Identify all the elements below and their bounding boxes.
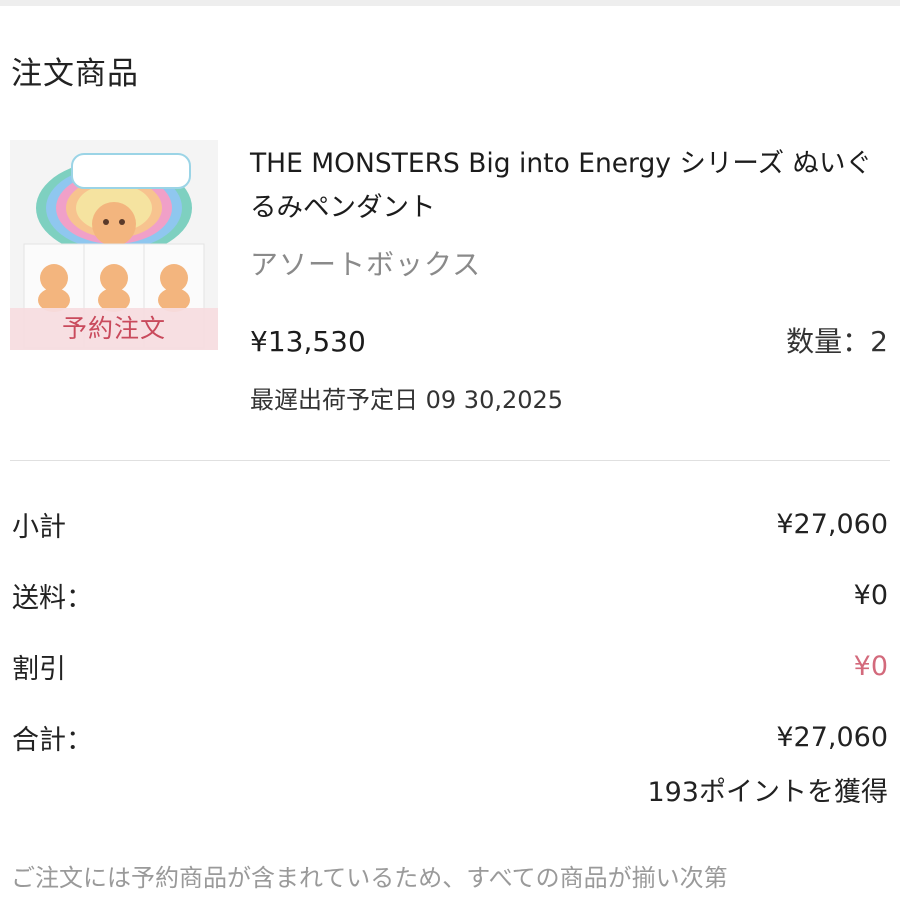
total-label: 合計： [12,724,93,756]
preorder-notice: ご注文には予約商品が含まれているため、すべての商品が揃い次第 [11,864,728,892]
product-variant: アソートボックス [250,248,482,281]
preorder-badge: 予約注文 [10,308,218,350]
subtotal-value: ¥27,060 [776,508,888,540]
divider [10,460,890,461]
ship-date: 最遅出荷予定日 09 30,2025 [250,386,564,414]
points-earned: 193ポイントを獲得 [647,777,888,808]
shipping-value: ¥0 [853,579,888,611]
top-strip [0,0,900,6]
discount-value: ¥0 [853,650,888,682]
summary-row-shipping: 送料： ¥0 [12,573,888,617]
total-value: ¥27,060 [776,721,888,753]
shipping-label: 送料： [12,582,93,614]
discount-label: 割引 [12,653,66,685]
product-quantity: 数量：2 [786,325,888,358]
product-name[interactable]: THE MONSTERS Big into Energy シリーズ ぬいぐるみペ… [250,142,890,230]
summary-row-discount: 割引 ¥0 [12,644,888,688]
summary-row-total: 合計： ¥27,060 [12,715,888,759]
section-title: 注文商品 [11,56,139,92]
product-price: ¥13,530 [250,325,366,358]
summary-row-subtotal: 小計 ¥27,060 [12,502,888,546]
subtotal-label: 小計 [12,511,66,543]
